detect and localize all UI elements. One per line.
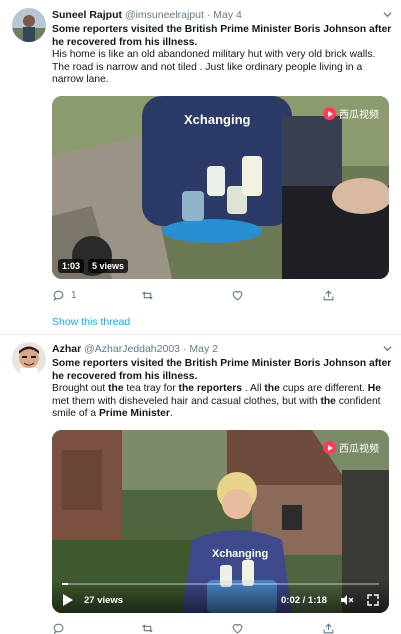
chevron-down-icon[interactable] (382, 9, 393, 22)
tweet-actions: 1 (0, 289, 401, 305)
tweet-text-line: His home is like an old abandoned milita… (52, 49, 376, 85)
like-button[interactable] (231, 289, 250, 302)
video-progress-bar[interactable] (62, 583, 379, 585)
video-player[interactable]: Xchanging 西瓜视频 27 views 0:02 / 1:18 (52, 430, 389, 613)
tweet-text: Some reporters visited the British Prime… (52, 358, 393, 421)
text-segment: tea tray for (123, 383, 179, 394)
video-player[interactable]: Xchanging 西瓜视频 1:03 5 views (52, 96, 389, 279)
retweet-icon (142, 291, 153, 300)
tweet-text-line: Some reporters visited the British Prime… (52, 358, 392, 382)
share-button[interactable] (322, 289, 335, 302)
tweet-card[interactable]: Suneel Rajput @imsuneelrajput · May 4 So… (0, 0, 401, 335)
text-segment: the (320, 395, 336, 407)
separator-dot: · (182, 343, 187, 355)
shirt-logo: Xchanging (212, 548, 269, 560)
share-button[interactable] (322, 622, 335, 634)
mute-icon[interactable] (340, 593, 354, 611)
reply-button[interactable]: 1 (52, 289, 77, 302)
text-segment: He (367, 383, 381, 394)
avatar-photo (12, 8, 46, 42)
text-segment: . All (242, 383, 265, 394)
video-views: 27 views (84, 595, 124, 606)
tweet-text-line: Some reporters visited the British Prime… (52, 24, 392, 48)
tweet-header: Azhar @AzharJeddah2003 · May 2 (52, 343, 393, 356)
text-segment: Prime Minister (98, 408, 170, 419)
avatar[interactable] (12, 8, 46, 42)
retweet-icon (142, 624, 153, 633)
watermark-text: 西瓜视频 (339, 444, 379, 455)
play-icon (323, 441, 336, 454)
text-segment: cups are different. (279, 383, 368, 394)
chevron-down-icon[interactable] (382, 343, 393, 356)
avatar-photo (12, 342, 46, 376)
display-name[interactable]: Suneel Rajput (52, 9, 122, 21)
retweet-button[interactable] (141, 622, 160, 634)
like-icon (232, 291, 243, 301)
like-button[interactable] (231, 622, 250, 634)
watermark-text: 西瓜视频 (339, 110, 379, 121)
reply-button[interactable] (52, 622, 71, 634)
reply-icon (53, 290, 64, 302)
text-segment: the (264, 383, 280, 394)
tweet-actions (0, 622, 401, 634)
separator-dot: · (206, 9, 211, 21)
text-segment: met them with disheveled hair and casual… (52, 395, 321, 407)
avatar[interactable] (12, 342, 46, 376)
text-segment: the reporters (178, 383, 243, 394)
fullscreen-icon[interactable] (367, 593, 379, 611)
video-duration: 1:03 (58, 259, 85, 273)
tweet-header: Suneel Rajput @imsuneelrajput · May 4 (52, 9, 393, 22)
video-views: 5 views (88, 259, 129, 273)
like-icon (232, 624, 243, 634)
video-progress-fill (62, 583, 69, 585)
tweet-date[interactable]: May 4 (213, 9, 242, 21)
tweet-text: Some reporters visited the British Prime… (52, 24, 393, 87)
tweet-card[interactable]: Azhar @AzharJeddah2003 · May 2 Some repo… (0, 335, 401, 634)
video-watermark: 西瓜视频 (323, 106, 379, 121)
text-segment: Brought out (52, 383, 109, 394)
video-time: 0:02 / 1:18 (281, 595, 327, 606)
display-name[interactable]: Azhar (52, 343, 81, 355)
play-icon (323, 107, 336, 120)
reply-icon (53, 623, 64, 634)
text-segment: the (108, 383, 124, 394)
video-watermark: 西瓜视频 (323, 440, 379, 455)
share-icon (323, 623, 334, 634)
retweet-button[interactable] (141, 289, 160, 302)
tweet-text-line: Brought out the tea tray for the reporte… (52, 383, 393, 421)
show-thread-link[interactable]: Show this thread (52, 316, 130, 328)
user-handle[interactable]: @imsuneelrajput (125, 9, 204, 21)
video-controls: 27 views 0:02 / 1:18 (52, 579, 389, 613)
tweet-date[interactable]: May 2 (189, 343, 218, 355)
shirt-logo: Xchanging (184, 112, 251, 127)
text-segment: . (169, 408, 173, 419)
reply-count: 1 (71, 290, 77, 301)
share-icon (323, 290, 334, 301)
user-handle[interactable]: @AzharJeddah2003 (84, 343, 180, 355)
play-icon[interactable] (62, 593, 73, 611)
